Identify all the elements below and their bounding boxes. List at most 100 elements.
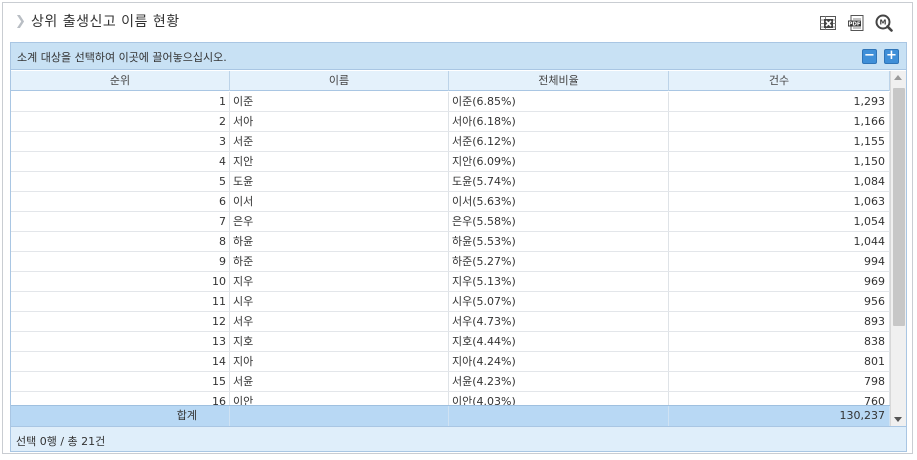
expand-button[interactable]: +: [884, 49, 899, 64]
summary-empty-cell: [230, 406, 449, 426]
table-row[interactable]: 1 이준 이준(6.85%) 1,293: [11, 92, 890, 112]
zoom-icon[interactable]: M: [875, 14, 893, 32]
summary-empty-cell: [449, 406, 669, 426]
column-header-ratio[interactable]: 전체비율: [449, 71, 669, 91]
table-row[interactable]: 2 서아 서아(6.18%) 1,166: [11, 112, 890, 132]
ratio-cell: 이준(6.85%): [449, 92, 669, 111]
count-cell: 1,063: [669, 192, 890, 211]
rank-cell: 6: [11, 192, 230, 211]
table-row[interactable]: 10 지우 지우(5.13%) 969: [11, 272, 890, 292]
name-cell: 이준: [230, 92, 449, 111]
name-cell: 지호: [230, 332, 449, 351]
ratio-cell: 은우(5.58%): [449, 212, 669, 231]
count-cell: 838: [669, 332, 890, 351]
name-cell: 지우: [230, 272, 449, 291]
table-row[interactable]: 13 지호 지호(4.44%) 838: [11, 332, 890, 352]
table-row[interactable]: 14 지아 지아(4.24%) 801: [11, 352, 890, 372]
table-row[interactable]: 7 은우 은우(5.58%) 1,054: [11, 212, 890, 232]
table-row[interactable]: 4 지안 지안(6.09%) 1,150: [11, 152, 890, 172]
name-cell: 이안: [230, 392, 449, 405]
ratio-cell: 이안(4.03%): [449, 392, 669, 405]
ratio-cell: 서우(4.73%): [449, 312, 669, 331]
collapse-button[interactable]: −: [862, 49, 877, 64]
ratio-cell: 하준(5.27%): [449, 252, 669, 271]
name-cell: 서윤: [230, 372, 449, 391]
name-cell: 시우: [230, 292, 449, 311]
name-cell: 서준: [230, 132, 449, 151]
ratio-cell: 이서(5.63%): [449, 192, 669, 211]
scroll-up-arrow-icon[interactable]: [894, 75, 902, 80]
group-drop-area[interactable]: 소계 대상을 선택하여 이곳에 끌어놓으십시오. − +: [11, 43, 906, 70]
count-cell: 1,044: [669, 232, 890, 251]
count-cell: 1,293: [669, 92, 890, 111]
table-row[interactable]: 3 서준 서준(6.12%) 1,155: [11, 132, 890, 152]
rank-cell: 16: [11, 392, 230, 405]
ratio-cell: 서윤(4.23%): [449, 372, 669, 391]
rank-cell: 2: [11, 112, 230, 131]
ratio-cell: 지우(5.13%): [449, 272, 669, 291]
scrollbar-thumb[interactable]: [893, 88, 905, 326]
name-cell: 이서: [230, 192, 449, 211]
ratio-cell: 지아(4.24%): [449, 352, 669, 371]
name-cell: 하윤: [230, 232, 449, 251]
column-header-rank[interactable]: 순위: [11, 71, 230, 91]
name-cell: 은우: [230, 212, 449, 231]
grid-body: 1 이준 이준(6.85%) 1,293 2 서아 서아(6.18%) 1,166 3 서준 서준(…: [11, 92, 890, 405]
name-cell: 서아: [230, 112, 449, 131]
data-grid: 소계 대상을 선택하여 이곳에 끌어놓으십시오. − + 순위 이름 전체비율 …: [10, 42, 907, 452]
count-cell: 1,150: [669, 152, 890, 171]
summary-row: 합계 130,237: [11, 405, 890, 426]
name-cell: 서우: [230, 312, 449, 331]
rank-cell: 9: [11, 252, 230, 271]
count-cell: 893: [669, 312, 890, 331]
rank-cell: 3: [11, 132, 230, 151]
ratio-cell: 지호(4.44%): [449, 332, 669, 351]
count-cell: 969: [669, 272, 890, 291]
count-cell: 1,054: [669, 212, 890, 231]
column-header-count[interactable]: 건수: [669, 71, 890, 91]
rank-cell: 13: [11, 332, 230, 351]
svg-text:M: M: [880, 19, 887, 27]
excel-export-icon[interactable]: [819, 14, 837, 32]
table-row[interactable]: 12 서우 서우(4.73%) 893: [11, 312, 890, 332]
ratio-cell: 서준(6.12%): [449, 132, 669, 151]
table-row[interactable]: 11 시우 시우(5.07%) 956: [11, 292, 890, 312]
ratio-cell: 서아(6.18%): [449, 112, 669, 131]
ratio-cell: 시우(5.07%): [449, 292, 669, 311]
rank-cell: 8: [11, 232, 230, 251]
column-header-name[interactable]: 이름: [230, 71, 449, 91]
scroll-down-arrow-icon[interactable]: [894, 417, 902, 422]
name-status-panel: ❯ 상위 출생신고 이름 현황 PDF M 소계 대상을 선택하여 이곳에 끌어…: [2, 2, 913, 454]
table-row[interactable]: 15 서윤 서윤(4.23%) 798: [11, 372, 890, 392]
count-cell: 1,155: [669, 132, 890, 151]
count-cell: 801: [669, 352, 890, 371]
rank-cell: 12: [11, 312, 230, 331]
chevron-right-icon: ❯: [15, 14, 26, 29]
selection-status: 선택 0행 / 총 21건: [16, 435, 106, 448]
vertical-scrollbar[interactable]: [890, 71, 906, 426]
count-cell: 1,166: [669, 112, 890, 131]
pdf-export-icon[interactable]: PDF: [847, 14, 865, 32]
count-cell: 1,084: [669, 172, 890, 191]
group-hint-text: 소계 대상을 선택하여 이곳에 끌어놓으십시오.: [17, 51, 227, 64]
rank-cell: 1: [11, 92, 230, 111]
table-row[interactable]: 16 이안 이안(4.03%) 760: [11, 392, 890, 405]
summary-label: 합계: [11, 406, 230, 426]
table-row[interactable]: 5 도윤 도윤(5.74%) 1,084: [11, 172, 890, 192]
table-row[interactable]: 8 하윤 하윤(5.53%) 1,044: [11, 232, 890, 252]
count-cell: 956: [669, 292, 890, 311]
grid-statusbar: 선택 0행 / 총 21건: [11, 426, 906, 451]
count-cell: 798: [669, 372, 890, 391]
rank-cell: 14: [11, 352, 230, 371]
count-cell: 760: [669, 392, 890, 405]
grid-header: 순위 이름 전체비율 건수: [11, 71, 890, 91]
summary-total: 130,237: [669, 406, 890, 426]
name-cell: 도윤: [230, 172, 449, 191]
name-cell: 지안: [230, 152, 449, 171]
table-row[interactable]: 6 이서 이서(5.63%) 1,063: [11, 192, 890, 212]
rank-cell: 7: [11, 212, 230, 231]
count-cell: 994: [669, 252, 890, 271]
rank-cell: 15: [11, 372, 230, 391]
table-row[interactable]: 9 하준 하준(5.27%) 994: [11, 252, 890, 272]
rank-cell: 4: [11, 152, 230, 171]
